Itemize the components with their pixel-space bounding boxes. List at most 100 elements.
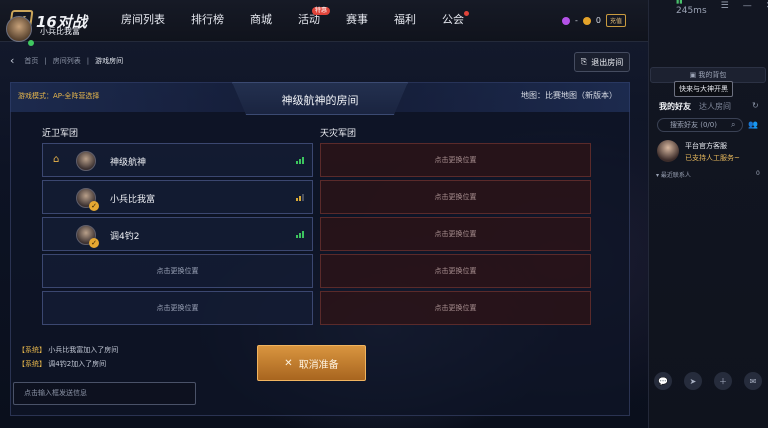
mail-icon[interactable]: ✉ [744,372,762,390]
empty-slot-label: 点击更换位置 [434,156,477,164]
refresh-icon[interactable]: ↻ [752,101,759,110]
cancel-x-icon: ✕ [284,357,293,369]
sentinel-slot-4[interactable]: 点击更换位置 [42,254,313,288]
friends-sidebar [648,0,768,428]
signal-strength-icon [296,157,304,164]
message-text: 小兵比我富加入了房间 [48,346,119,354]
ready-check-icon: ✓ [89,201,99,211]
recent-contacts-count: 0 [756,170,760,177]
nav-room-list[interactable]: 房间列表 [108,0,178,42]
recharge-button[interactable]: 充值 [605,14,626,27]
scourge-slot-1[interactable]: 点击更换位置 [320,143,591,177]
cancel-ready-button[interactable]: ✕ 取消准备 [257,345,366,381]
nav-label: 公会 [442,13,464,26]
backpack-label: 我的背包 [698,71,727,79]
tab-my-friends[interactable]: 我的好友 [659,101,691,112]
service-status: 已支持人工服务~ [685,154,740,162]
nav-guild[interactable]: 公会 [429,0,477,42]
ready-check-icon: ✓ [89,238,99,248]
scourge-slot-2[interactable]: 点击更换位置 [320,180,591,214]
gold-coin-icon [582,16,591,25]
signal-icon: ▮▮ [676,0,683,5]
nav-events[interactable]: 活动 特惠 [285,0,333,42]
sale-badge: 特惠 [311,7,330,15]
main-nav: 房间列表 排行榜 商城 活动 特惠 赛事 福利 公会 [108,0,477,42]
nav-store[interactable]: 商城 [237,0,285,42]
breadcrumb: ‹ 首页 | 房间列表 | 游戏房间 [10,54,123,67]
exit-label: 退出房间 [591,57,624,67]
notification-dot [464,11,469,16]
window-controls: ▮▮ 245ms ☰ — ✕ [676,0,768,16]
gold-count: 0 [595,16,601,25]
menu-icon[interactable]: ☰ [721,1,729,11]
nav-benefits[interactable]: 福利 [381,0,429,42]
tooltip: 快来与大神开黑 [674,81,733,97]
nav-tournaments[interactable]: 赛事 [333,0,381,42]
service-name[interactable]: 平台官方客服 [685,141,727,151]
sentinel-slot-2[interactable]: ✓ 小兵比我富 [42,180,313,214]
search-icon[interactable]: ⌕ [731,120,735,130]
system-message: 【系统】 调4钓2加入了房间 [18,359,106,369]
message-text: 调4钓2加入了房间 [48,360,107,368]
sentinel-slot-1[interactable]: ⌂ 神级航神 [42,143,313,177]
currency-bar: - 0 充值 [562,14,626,27]
diamond-count: - [575,16,578,25]
exit-room-button[interactable]: ⎘ 退出房间 [574,52,630,72]
back-arrow-icon[interactable]: ‹ [10,54,14,67]
avatar[interactable] [6,16,32,42]
player-name: 调4钓2 [110,232,140,242]
nav-label: 福利 [394,13,416,26]
sentinel-team-label: 近卫军团 [42,129,79,139]
tab-expert-rooms[interactable]: 达人房间 [699,101,731,112]
nav-leaderboard[interactable]: 排行榜 [178,0,237,42]
map-name: 地图：比赛地图（新版本） [521,91,617,100]
add-user-icon[interactable]: ＋ [714,372,732,390]
sentinel-slot-3[interactable]: ✓ 调4钓2 [42,217,313,251]
breadcrumb-home[interactable]: 首页 [24,56,38,66]
system-message: 【系统】 小兵比我富加入了房间 [18,345,118,355]
sentinel-slot-5[interactable]: 点击更换位置 [42,291,313,325]
chat-icon[interactable]: 💬 [654,372,672,390]
host-house-icon: ⌂ [53,154,60,165]
signal-strength-icon [296,231,304,238]
send-icon[interactable]: ➤ [684,372,702,390]
backpack-icon: ▣ [689,71,697,79]
empty-slot-label: 点击更换位置 [434,267,477,275]
add-friend-icon[interactable]: 👥 [748,120,758,129]
empty-slot-label: 点击更换位置 [434,230,477,238]
scourge-slot-3[interactable]: 点击更换位置 [320,217,591,251]
exit-icon: ⎘ [580,57,588,66]
message-tag: 【系统】 [18,346,46,354]
player-name: 神级航神 [110,158,147,168]
minimize-icon[interactable]: — [743,1,752,11]
service-avatar[interactable] [657,140,679,162]
breadcrumb-separator: | [86,56,90,65]
breadcrumb-current: 游戏房间 [95,56,124,65]
nav-label: 排行榜 [191,13,224,26]
user-name[interactable]: 小兵比我富 [40,26,80,37]
diamond-icon [562,16,570,25]
message-tag: 【系统】 [18,360,46,368]
nav-label: 赛事 [346,13,368,26]
player-avatar [76,151,96,171]
sidebar-bottom-icons: 💬 ➤ ＋ ✉ [648,372,768,390]
breadcrumb-separator: | [44,56,47,65]
online-status-icon [28,40,34,46]
room-title: 神级航神的房间 [281,94,359,107]
cancel-label: 取消准备 [298,359,339,371]
breadcrumb-rooms[interactable]: 房间列表 [53,56,81,66]
nav-label: 商城 [250,13,272,26]
signal-strength-icon [296,194,304,201]
ping-indicator: ▮▮ 245ms [676,0,707,16]
chat-input[interactable]: 点击输入框发送信息 [13,382,196,405]
scourge-slot-4[interactable]: 点击更换位置 [320,254,591,288]
recent-contacts-toggle[interactable]: ▾ 最近联系人 [656,170,691,179]
empty-slot-label: 点击更换位置 [434,193,477,201]
scourge-slot-5[interactable]: 点击更换位置 [320,291,591,325]
player-name: 小兵比我富 [110,195,156,205]
ping-value: 245ms [676,6,707,16]
empty-slot-label: 点击更换位置 [156,267,199,275]
game-mode: 游戏模式：AP-全阵营选择 [18,92,100,100]
friend-tabs: 我的好友 达人房间 [659,101,731,112]
empty-slot-label: 点击更换位置 [434,304,477,312]
